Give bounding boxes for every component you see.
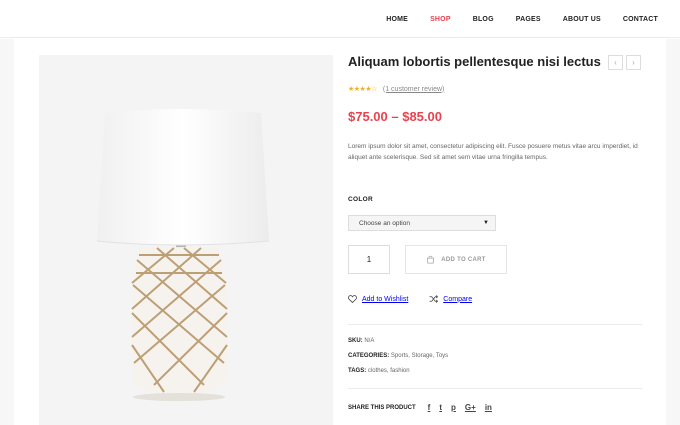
product-nav: ‹ › — [608, 55, 641, 70]
add-to-wishlist-link[interactable]: Add to Wishlist — [348, 295, 408, 303]
quantity-input[interactable]: 1 — [348, 245, 390, 274]
prev-product-button[interactable]: ‹ — [608, 55, 623, 70]
share-row: SHARE THIS PRODUCT f t p G+ in — [348, 403, 492, 412]
divider — [348, 388, 642, 389]
compare-label: Compare — [443, 295, 473, 303]
add-to-cart-label: ADD TO CART — [441, 256, 486, 263]
share-label: SHARE THIS PRODUCT — [348, 404, 416, 411]
star-rating: ★★★★☆ — [348, 86, 377, 93]
nav-home[interactable]: HOME — [386, 16, 408, 23]
tags-label: TAGS: — [348, 368, 367, 374]
google-plus-icon[interactable]: G+ — [465, 403, 476, 412]
wishlist-label: Add to Wishlist — [362, 295, 409, 303]
color-select[interactable]: Choose an option ▼ — [348, 215, 496, 231]
rating-row: ★★★★☆ (1 customer review) — [348, 85, 444, 94]
linkedin-icon[interactable]: in — [485, 403, 492, 412]
header: HOME SHOP BLOG PAGES ABOUT US CONTACT — [0, 0, 680, 38]
next-product-button[interactable]: › — [626, 55, 641, 70]
left-gutter — [0, 39, 14, 425]
nav-pages[interactable]: PAGES — [516, 16, 541, 23]
nav-contact[interactable]: CONTACT — [623, 16, 658, 23]
twitter-icon[interactable]: t — [439, 403, 442, 412]
add-to-cart-button[interactable]: ADD TO CART — [405, 245, 507, 274]
sku-label: SKU: — [348, 338, 363, 344]
categories-label: CATEGORIES: — [348, 353, 390, 359]
lamp-image — [96, 109, 270, 401]
nav-shop[interactable]: SHOP — [430, 16, 451, 23]
product-image[interactable] — [39, 55, 333, 425]
shuffle-icon — [429, 295, 439, 303]
tags-value[interactable]: clothes, fashion — [368, 368, 410, 374]
facebook-icon[interactable]: f — [428, 403, 431, 412]
nav-about-us[interactable]: ABOUT US — [563, 16, 601, 23]
tags-row: TAGS: clothes, fashion — [348, 368, 410, 374]
pinterest-icon[interactable]: p — [451, 403, 456, 412]
product-actions: Add to Wishlist Compare — [348, 295, 472, 303]
product-title: Aliquam lobortis pellentesque nisi lectu… — [348, 54, 601, 69]
bag-icon — [427, 255, 435, 264]
divider — [348, 324, 642, 325]
chevron-down-icon: ▼ — [483, 220, 489, 226]
heart-icon — [348, 295, 357, 303]
chevron-right-icon: › — [632, 58, 635, 67]
product-description: Lorem ipsum dolor sit amet, consectetur … — [348, 143, 638, 161]
main-nav: HOME SHOP BLOG PAGES ABOUT US CONTACT — [364, 0, 658, 38]
chevron-left-icon: ‹ — [614, 58, 617, 67]
categories-row: CATEGORIES: Sports, Storage, Toys — [348, 353, 448, 359]
sku-row: SKU: N/A — [348, 338, 374, 344]
sku-value: N/A — [364, 338, 375, 344]
review-link[interactable]: (1 customer review) — [383, 86, 444, 93]
right-gutter — [666, 39, 680, 425]
categories-value[interactable]: Sports, Storage, Toys — [391, 353, 448, 359]
nav-blog[interactable]: BLOG — [473, 16, 494, 23]
compare-link[interactable]: Compare — [429, 295, 472, 303]
color-select-value: Choose an option — [359, 219, 410, 227]
product-price: $75.00 – $85.00 — [348, 109, 442, 124]
color-label: COLOR — [348, 196, 373, 203]
